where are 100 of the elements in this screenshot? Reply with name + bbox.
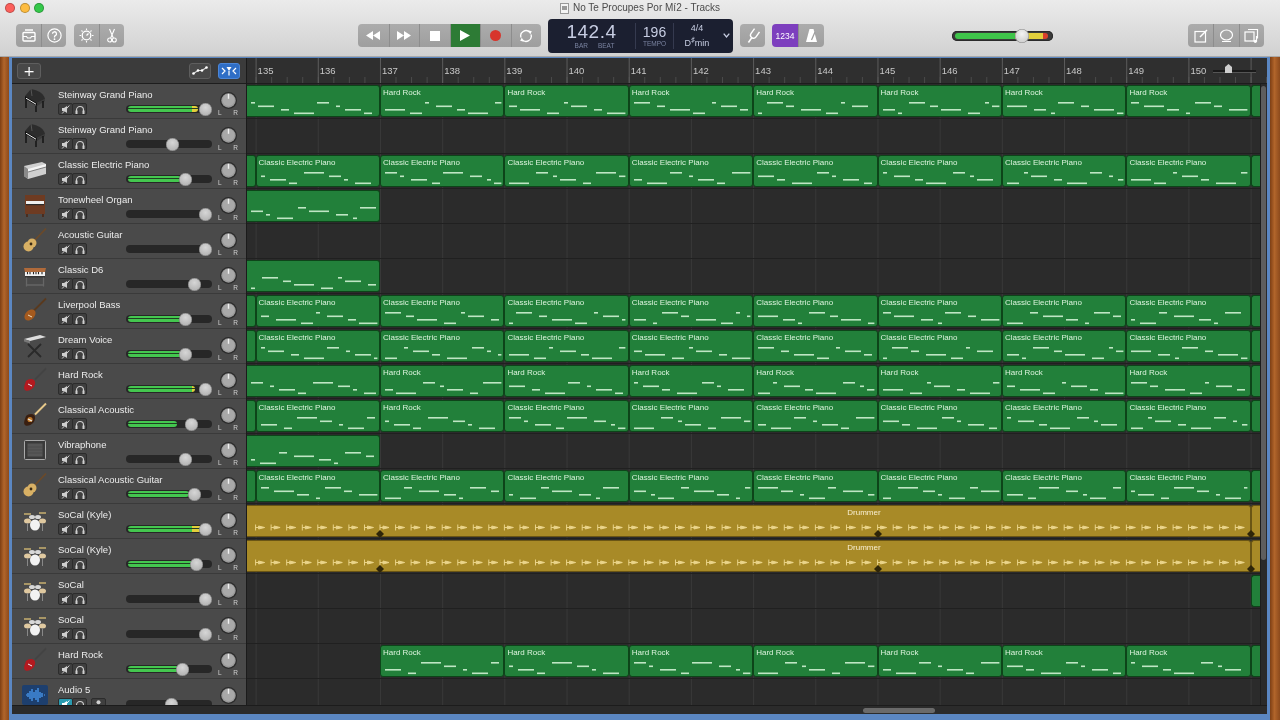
solo-button[interactable] (72, 348, 87, 360)
slider-thumb[interactable] (199, 382, 212, 396)
count-in-button[interactable]: 1234 (772, 24, 798, 47)
midi-region[interactable]: Classic Electric Piano (1002, 330, 1127, 362)
zoom-slider[interactable] (1213, 64, 1256, 73)
solo-button[interactable] (72, 628, 87, 640)
mute-button[interactable] (58, 383, 73, 395)
solo-button[interactable] (72, 663, 87, 675)
midi-region[interactable]: Classic Electric Piano (1126, 295, 1251, 327)
drummer-region[interactable] (1250, 505, 1260, 537)
midi-region[interactable]: Classic Electric Piano (380, 330, 505, 362)
slider-thumb[interactable] (179, 452, 193, 466)
add-track-button[interactable]: + (17, 62, 41, 79)
volume-slider[interactable] (126, 522, 212, 536)
pan-knob[interactable] (219, 302, 237, 319)
solo-button[interactable] (72, 453, 87, 465)
mute-button[interactable] (58, 488, 73, 500)
solo-button[interactable] (72, 103, 87, 115)
fast-forward-button[interactable] (388, 24, 419, 47)
slider-thumb[interactable] (190, 557, 204, 571)
smart-controls-button[interactable] (74, 24, 99, 47)
midi-region[interactable]: Classic Electric Piano (628, 330, 754, 362)
mute-button[interactable] (58, 103, 73, 115)
mute-button[interactable] (58, 313, 73, 325)
catch-button[interactable] (218, 62, 240, 79)
volume-slider[interactable] (126, 452, 212, 466)
automation-button[interactable] (189, 62, 211, 79)
midi-region[interactable]: Classic Electric Piano (1002, 155, 1127, 187)
slider-thumb[interactable] (1224, 64, 1232, 73)
close-button[interactable] (5, 3, 15, 13)
mute-button[interactable] (58, 348, 73, 360)
midi-region[interactable]: Classic Electric Piano (877, 400, 1002, 432)
midi-region[interactable]: Classic Electric Piano (1002, 400, 1127, 432)
midi-region[interactable]: Classic Electric Piano (504, 400, 629, 432)
slider-thumb[interactable] (179, 172, 193, 186)
library-button[interactable] (16, 24, 41, 47)
mute-button[interactable] (58, 208, 73, 220)
midi-region[interactable]: Classic Electric Piano (1126, 330, 1251, 362)
solo-button[interactable] (72, 138, 87, 150)
midi-region[interactable] (247, 435, 380, 467)
midi-region[interactable]: Classic Electric Piano (504, 330, 629, 362)
scrollbar-thumb[interactable] (863, 707, 935, 713)
volume-slider[interactable] (126, 487, 212, 501)
midi-region[interactable]: Classic Electric Piano (1126, 155, 1251, 187)
volume-slider[interactable] (126, 172, 212, 186)
midi-region[interactable]: Classic Electric Piano (504, 295, 629, 327)
volume-slider[interactable] (126, 592, 212, 606)
mute-button[interactable] (58, 418, 73, 430)
midi-region[interactable]: Classic Electric Piano (877, 295, 1002, 327)
midi-region[interactable] (247, 190, 380, 222)
volume-slider[interactable] (126, 242, 212, 256)
editor-button[interactable] (99, 24, 124, 47)
midi-region[interactable]: Classic Electric Piano (1002, 295, 1127, 327)
solo-button[interactable] (72, 523, 87, 535)
volume-slider[interactable] (126, 662, 212, 676)
midi-region[interactable]: Hard Rock (380, 85, 505, 117)
mute-button[interactable] (58, 138, 73, 150)
midi-region[interactable]: Classic Electric Piano (753, 400, 878, 432)
slider-thumb[interactable] (199, 522, 212, 536)
midi-region[interactable]: Classic Electric Piano (877, 470, 1002, 502)
mute-button[interactable] (58, 523, 73, 535)
midi-region[interactable]: Classic Electric Piano (753, 470, 878, 502)
midi-region[interactable]: Classic Electric Piano (504, 155, 629, 187)
midi-region[interactable]: Classic Electric Piano (255, 155, 380, 187)
mute-button[interactable] (58, 558, 73, 570)
mute-button[interactable] (58, 628, 73, 640)
midi-region[interactable]: Classic Electric Piano (628, 400, 754, 432)
pan-knob[interactable] (219, 652, 237, 669)
solo-button[interactable] (72, 173, 87, 185)
metronome-button[interactable] (798, 24, 824, 47)
track-header[interactable]: Audio 5 (12, 679, 246, 705)
pan-knob[interactable] (219, 582, 237, 599)
volume-slider[interactable] (126, 137, 212, 151)
pan-knob[interactable] (219, 92, 237, 109)
midi-region[interactable]: Classic Electric Piano (877, 155, 1002, 187)
midi-region[interactable]: Classic Electric Piano (753, 330, 878, 362)
slider-thumb[interactable] (179, 347, 193, 361)
play-button[interactable] (449, 24, 480, 47)
midi-region[interactable]: Hard Rock (1002, 645, 1127, 677)
midi-region[interactable]: Hard Rock (628, 645, 754, 677)
volume-slider[interactable] (126, 277, 212, 291)
pan-knob[interactable] (219, 407, 237, 424)
pan-knob[interactable] (219, 337, 237, 354)
mute-button[interactable] (58, 173, 73, 185)
slider-thumb[interactable] (175, 662, 189, 676)
midi-region[interactable]: Hard Rock (628, 365, 754, 397)
pan-knob[interactable] (219, 442, 237, 459)
midi-region[interactable]: Hard Rock (1002, 365, 1127, 397)
slider-thumb[interactable] (1014, 28, 1029, 43)
midi-region[interactable]: Classic Electric Piano (255, 330, 380, 362)
slider-thumb[interactable] (199, 207, 212, 221)
midi-region[interactable]: Hard Rock (877, 645, 1002, 677)
slider-thumb[interactable] (188, 277, 202, 291)
pan-knob[interactable] (219, 267, 237, 284)
solo-button[interactable] (72, 208, 87, 220)
slider-thumb[interactable] (185, 417, 199, 431)
pan-knob[interactable] (219, 477, 237, 494)
midi-region[interactable]: Hard Rock (877, 85, 1002, 117)
drummer-region[interactable]: Drummer (247, 505, 1251, 537)
volume-slider[interactable] (126, 207, 212, 221)
